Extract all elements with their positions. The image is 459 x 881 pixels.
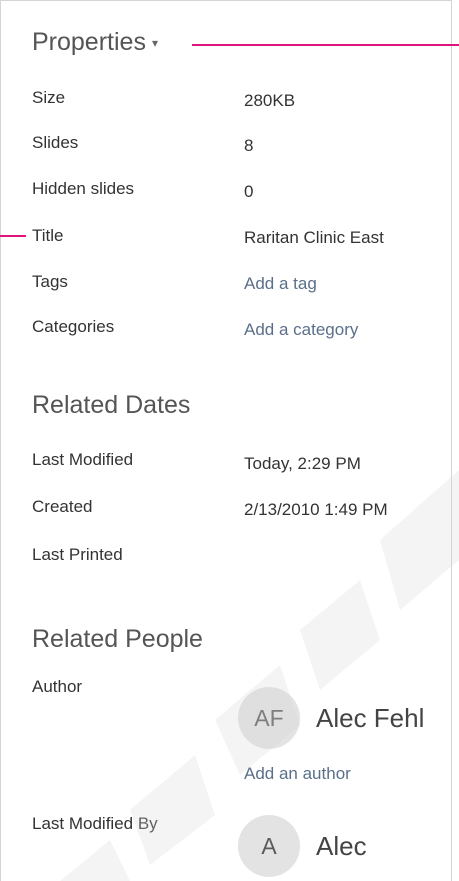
last-modified-by-name: Alec <box>316 830 367 861</box>
callout-line-title <box>0 235 26 237</box>
last-modified-by-person[interactable]: A Alec <box>238 815 367 877</box>
properties-heading-text: Properties <box>32 28 146 56</box>
avatar: A <box>238 815 300 877</box>
callout-line-properties <box>192 44 459 46</box>
size-label: Size <box>32 88 66 107</box>
chevron-down-icon[interactable]: ▾ <box>152 36 158 50</box>
categories-label: Categories <box>32 317 115 336</box>
add-category-link[interactable]: Add a category <box>244 320 358 340</box>
hidden-slides-label: Hidden slides <box>32 179 135 198</box>
author-person[interactable]: AF Alec Fehl <box>238 687 424 749</box>
last-modified-label: Last Modified <box>32 450 134 469</box>
avatar: AF <box>238 687 300 749</box>
last-modified-value: Today, 2:29 PM <box>244 454 361 473</box>
last-printed-label: Last Printed <box>32 545 123 564</box>
related-people-heading: Related People <box>32 625 203 653</box>
slides-value: 8 <box>244 136 254 155</box>
hidden-slides-value: 0 <box>244 182 254 201</box>
title-label: Title <box>32 226 64 245</box>
add-tag-link[interactable]: Add a tag <box>244 274 317 294</box>
related-dates-heading: Related Dates <box>32 391 191 419</box>
size-value: 280KB <box>244 91 296 110</box>
tags-label: Tags <box>32 272 68 291</box>
add-author-link[interactable]: Add an author <box>244 764 351 784</box>
created-label: Created <box>32 497 93 516</box>
last-modified-by-label: Last Modified By <box>32 814 158 833</box>
author-name: Alec Fehl <box>316 702 425 733</box>
title-value[interactable]: Raritan Clinic East <box>244 228 384 248</box>
slides-label: Slides <box>32 133 79 152</box>
created-value: 2/13/2010 1:49 PM <box>244 500 388 519</box>
author-label: Author <box>32 677 83 696</box>
properties-heading[interactable]: Properties ▾ <box>32 28 158 57</box>
